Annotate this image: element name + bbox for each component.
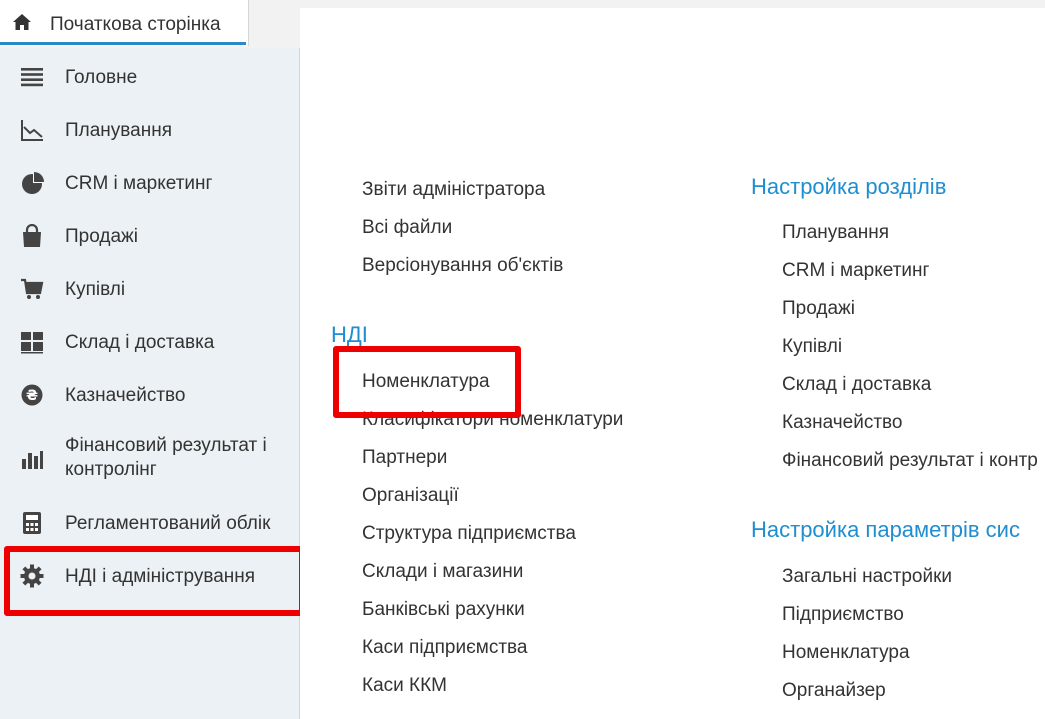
sidebar-item-label: Головне bbox=[65, 67, 138, 88]
sidebar-item-label: Фінансовий результат і bbox=[65, 435, 267, 456]
highlight-frame-admin bbox=[4, 546, 305, 616]
sidebar-item-purchases[interactable]: Купівлі bbox=[0, 276, 299, 306]
sidebar-item-label: Купівлі bbox=[65, 279, 126, 300]
link-enterprise-structure[interactable]: Структура підприємства bbox=[362, 522, 576, 546]
sidebar: Головне Планування CRM і маркетинг Прода… bbox=[0, 48, 300, 719]
sidebar-item-regulated[interactable]: Регламентований облік bbox=[0, 510, 299, 540]
sidebar-item-label: Регламентований облік bbox=[65, 513, 271, 534]
calculator-icon bbox=[20, 511, 44, 535]
link-warehouses-stores[interactable]: Склади і магазини bbox=[362, 560, 523, 584]
sidebar-item-label: CRM і маркетинг bbox=[65, 173, 213, 194]
link-setup-warehouse[interactable]: Склад і доставка bbox=[782, 373, 931, 397]
section-title-sections-setup: Настройка розділів bbox=[751, 174, 947, 199]
section-title-ndi: НДІ bbox=[331, 322, 368, 347]
link-bank-accounts[interactable]: Банківські рахунки bbox=[362, 598, 525, 622]
link-enterprise-cashboxes[interactable]: Каси підприємства bbox=[362, 636, 528, 660]
bag-icon bbox=[20, 224, 44, 248]
link-admin-reports[interactable]: Звіти адміністратора bbox=[362, 178, 545, 202]
list-icon bbox=[20, 65, 44, 89]
active-tab-indicator bbox=[0, 42, 246, 45]
home-icon bbox=[12, 13, 32, 31]
link-object-versioning[interactable]: Версіонування об'єктів bbox=[362, 254, 563, 278]
bar-chart-icon bbox=[20, 447, 44, 471]
link-organizer[interactable]: Органайзер bbox=[782, 679, 886, 703]
link-params-nomenclature[interactable]: Номенклатура bbox=[782, 641, 910, 665]
sidebar-item-label: Продажі bbox=[65, 226, 138, 247]
sidebar-item-planning[interactable]: Планування bbox=[0, 117, 299, 147]
link-organizations[interactable]: Організації bbox=[362, 484, 459, 508]
sidebar-item-finance[interactable]: Фінансовий результат і контролінг bbox=[0, 434, 299, 484]
link-setup-crm[interactable]: CRM і маркетинг bbox=[782, 259, 929, 283]
sidebar-item-label: Планування bbox=[65, 120, 173, 141]
sidebar-item-label: Казначейство bbox=[65, 385, 186, 406]
sidebar-item-label: Склад і доставка bbox=[65, 332, 215, 353]
home-tab-label: Початкова сторінка bbox=[50, 14, 221, 35]
link-kkm-cashboxes[interactable]: Каси ККМ bbox=[362, 674, 447, 698]
home-tab[interactable]: Початкова сторінка bbox=[0, 0, 249, 46]
link-setup-treasury[interactable]: Казначейство bbox=[782, 411, 903, 435]
sidebar-item-label-line2: контролінг bbox=[65, 459, 157, 480]
link-partners[interactable]: Партнери bbox=[362, 446, 447, 470]
sidebar-item-crm[interactable]: CRM і маркетинг bbox=[0, 170, 299, 200]
link-general-settings[interactable]: Загальні настройки bbox=[782, 565, 952, 589]
coin-icon: ₴ bbox=[20, 383, 44, 407]
cart-icon bbox=[20, 277, 44, 301]
highlight-frame-nomenclature bbox=[333, 346, 521, 418]
link-setup-finance[interactable]: Фінансовий результат і контр bbox=[782, 449, 1038, 473]
sidebar-item-treasury[interactable]: ₴ Казначейство bbox=[0, 382, 299, 412]
svg-text:₴: ₴ bbox=[26, 388, 38, 404]
sidebar-item-main[interactable]: Головне bbox=[0, 64, 299, 94]
pie-chart-icon bbox=[20, 171, 44, 195]
grid-icon bbox=[20, 330, 44, 354]
link-setup-sales[interactable]: Продажі bbox=[782, 297, 855, 321]
sidebar-item-sales[interactable]: Продажі bbox=[0, 223, 299, 253]
link-setup-purchases[interactable]: Купівлі bbox=[782, 335, 842, 359]
chart-line-icon bbox=[20, 118, 44, 142]
section-title-system-params: Настройка параметрів сис bbox=[751, 517, 1020, 542]
link-setup-planning[interactable]: Планування bbox=[782, 221, 889, 245]
link-all-files[interactable]: Всі файли bbox=[362, 216, 452, 240]
sidebar-item-warehouse[interactable]: Склад і доставка bbox=[0, 329, 299, 359]
link-enterprise[interactable]: Підприємство bbox=[782, 603, 904, 627]
